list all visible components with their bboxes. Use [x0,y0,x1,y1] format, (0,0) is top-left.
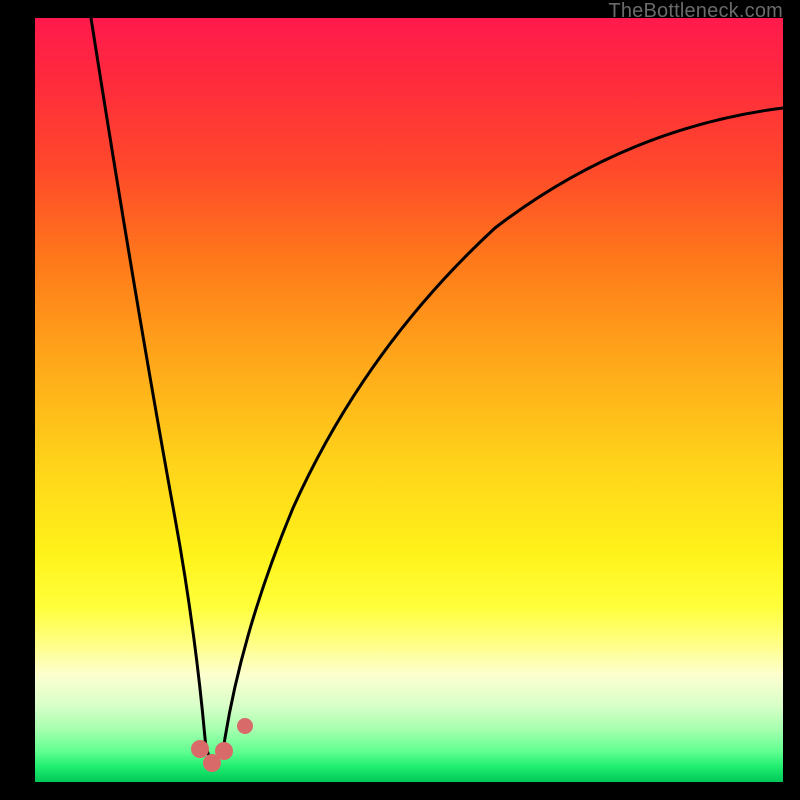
marker-trough-right [215,742,233,760]
curve-right-branch [225,108,783,738]
marker-trough-mid [203,754,221,772]
curve-trough [205,738,225,761]
curve-left-branch [91,18,205,738]
watermark-text: TheBottleneck.com [608,0,783,23]
marker-point-right [237,718,253,734]
chart-svg [35,18,783,782]
marker-trough-left [191,740,209,758]
chart-frame [35,18,783,782]
